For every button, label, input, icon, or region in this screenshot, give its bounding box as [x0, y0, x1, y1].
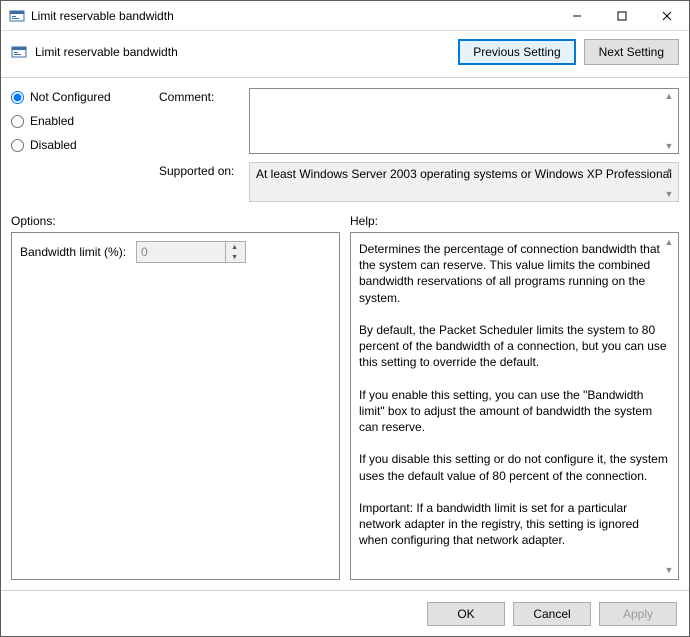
policy-icon — [9, 8, 25, 24]
window-title: Limit reservable bandwidth — [31, 9, 554, 23]
radio-enabled-input[interactable] — [11, 115, 24, 128]
supported-label: Supported on: — [159, 162, 241, 178]
titlebar: Limit reservable bandwidth — [1, 1, 689, 31]
radio-enabled[interactable]: Enabled — [11, 114, 151, 128]
scrollbar[interactable]: ▲▼ — [662, 165, 676, 199]
options-heading: Options: — [11, 214, 340, 228]
help-heading: Help: — [350, 214, 679, 228]
help-panel: Determines the percentage of connection … — [350, 232, 679, 580]
radio-not-configured[interactable]: Not Configured — [11, 90, 151, 104]
bandwidth-limit-label: Bandwidth limit (%): — [20, 245, 126, 259]
supported-on-box: At least Windows Server 2003 operating s… — [249, 162, 679, 202]
radio-disabled[interactable]: Disabled — [11, 138, 151, 152]
policy-icon — [11, 44, 27, 60]
options-panel: Bandwidth limit (%): ▲▼ — [11, 232, 340, 580]
radio-disabled-label: Disabled — [30, 138, 77, 152]
dialog-body: Not Configured Enabled Disabled Comment:… — [1, 78, 689, 590]
next-setting-button[interactable]: Next Setting — [584, 39, 679, 65]
radio-not-configured-input[interactable] — [11, 91, 24, 104]
help-text: Determines the percentage of connection … — [359, 241, 670, 549]
spinner-arrows[interactable]: ▲▼ — [225, 242, 243, 262]
previous-setting-button[interactable]: Previous Setting — [458, 39, 575, 65]
supported-on-text: At least Windows Server 2003 operating s… — [256, 167, 672, 181]
dialog-window: Limit reservable bandwidth Limit reserva… — [0, 0, 690, 637]
header-bar: Limit reservable bandwidth Previous Sett… — [1, 31, 689, 78]
footer: OK Cancel Apply — [1, 590, 689, 636]
minimize-button[interactable] — [554, 1, 599, 30]
apply-button[interactable]: Apply — [599, 602, 677, 626]
cancel-button[interactable]: Cancel — [513, 602, 591, 626]
scrollbar[interactable]: ▲▼ — [662, 237, 676, 575]
radio-disabled-input[interactable] — [11, 139, 24, 152]
radio-not-configured-label: Not Configured — [30, 90, 111, 104]
state-radio-group: Not Configured Enabled Disabled — [11, 88, 151, 152]
comment-label: Comment: — [159, 88, 241, 104]
radio-enabled-label: Enabled — [30, 114, 74, 128]
maximize-button[interactable] — [599, 1, 644, 30]
comment-textarea[interactable]: ▲▼ — [249, 88, 679, 154]
spinner-up-icon[interactable]: ▲ — [226, 242, 243, 252]
policy-name: Limit reservable bandwidth — [35, 45, 178, 59]
bandwidth-limit-input[interactable] — [137, 245, 225, 259]
bandwidth-limit-spinner[interactable]: ▲▼ — [136, 241, 246, 263]
scrollbar[interactable]: ▲▼ — [662, 91, 676, 151]
close-button[interactable] — [644, 1, 689, 30]
spinner-down-icon[interactable]: ▼ — [226, 252, 243, 262]
ok-button[interactable]: OK — [427, 602, 505, 626]
